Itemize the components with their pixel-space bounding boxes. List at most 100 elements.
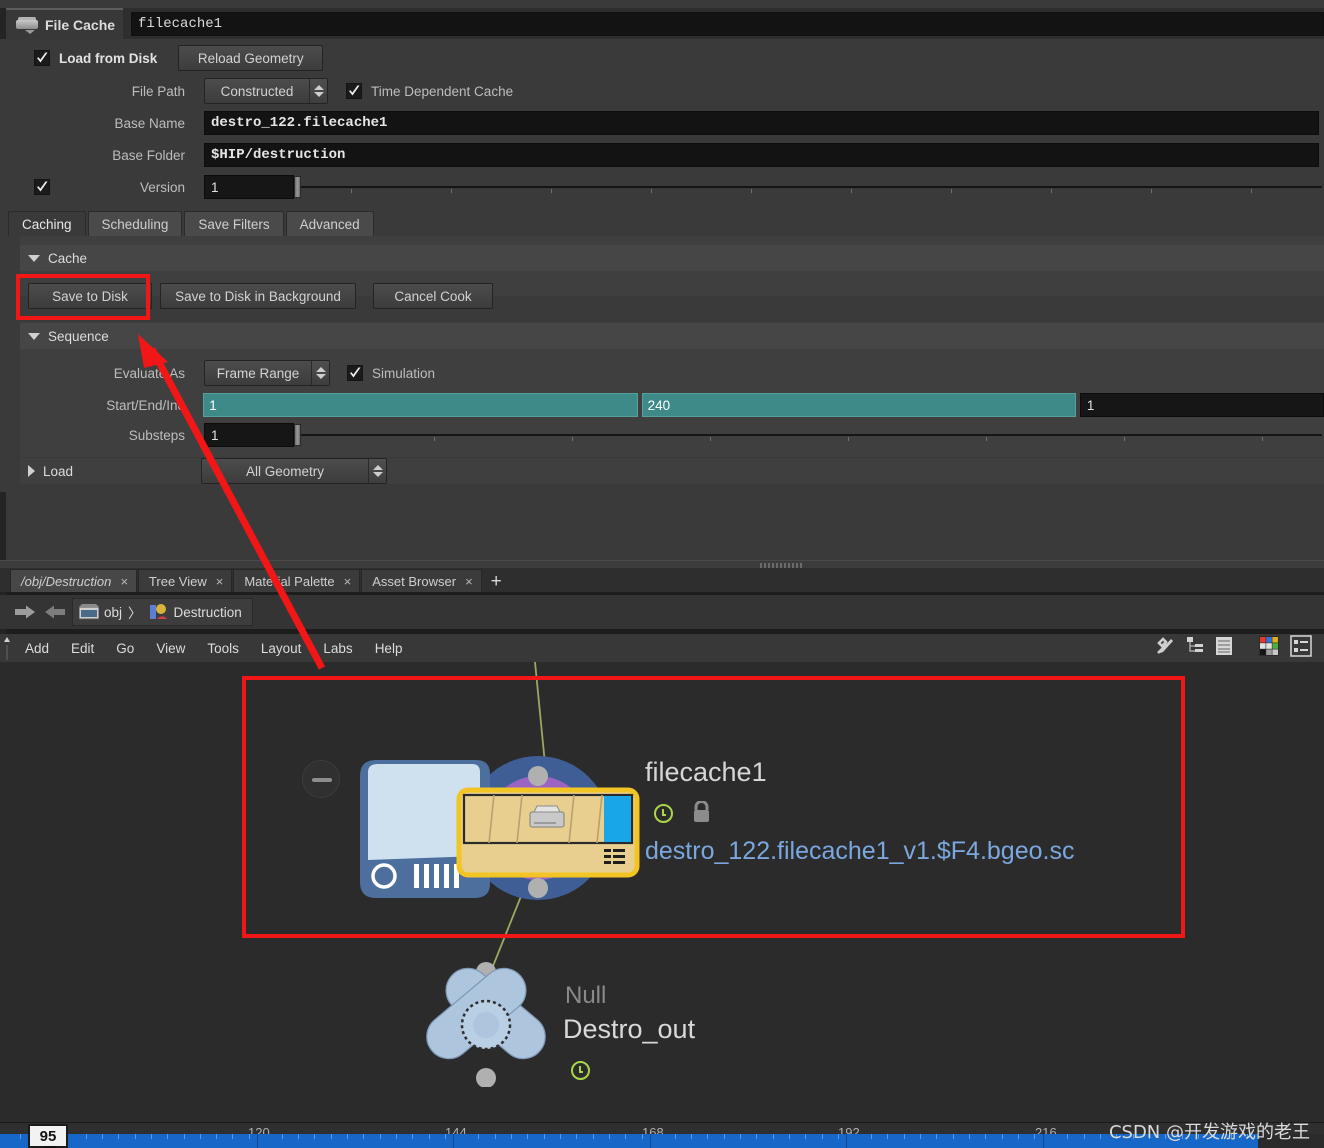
save-to-disk-button[interactable]: Save to Disk	[28, 283, 152, 309]
parameter-title-bar: File Cache filecache1	[0, 8, 1324, 39]
load-dropdown[interactable]: All Geometry	[201, 458, 388, 484]
row-base-name: Base Name destro_122.filecache1	[0, 109, 1324, 137]
tab-advanced-label: Advanced	[299, 216, 360, 232]
save-to-disk-label: Save to Disk	[52, 288, 128, 304]
network-tab-obj-destruction[interactable]: /obj/Destruction ×	[10, 569, 137, 592]
network-toolbar	[1154, 634, 1324, 662]
sequence-start-input[interactable]: 1	[203, 393, 638, 417]
chevron-down-icon	[28, 332, 40, 340]
close-icon[interactable]: ×	[120, 574, 128, 589]
breadcrumb-item-destruction[interactable]: Destruction	[174, 605, 242, 620]
version-checkbox[interactable]	[34, 179, 50, 195]
tab-caching[interactable]: Caching	[8, 211, 86, 236]
substeps-value: 1	[211, 427, 219, 443]
menu-layout[interactable]: Layout	[250, 634, 313, 662]
load-from-disk-checkbox[interactable]	[34, 50, 50, 66]
base-name-input[interactable]: destro_122.filecache1	[204, 111, 1319, 135]
cancel-cook-label: Cancel Cook	[394, 288, 472, 304]
network-tab-tree-view[interactable]: Tree View ×	[137, 569, 233, 592]
version-input[interactable]: 1	[204, 175, 294, 199]
menu-tools[interactable]: Tools	[196, 634, 250, 662]
cancel-cook-button[interactable]: Cancel Cook	[373, 283, 493, 309]
network-tab-label: Asset Browser	[372, 573, 457, 589]
node-filecache1-name: filecache1	[645, 757, 767, 787]
row-start-end-inc: Start/End/Inc 1 240 1	[0, 391, 1324, 419]
base-name-value: destro_122.filecache1	[211, 115, 388, 131]
network-tab-asset-browser[interactable]: Asset Browser ×	[361, 569, 482, 592]
reload-geometry-button[interactable]: Reload Geometry	[178, 45, 324, 71]
tab-caching-label: Caching	[22, 216, 72, 232]
parameter-pane: File Cache filecache1 Load from Disk Rel…	[0, 0, 1324, 560]
file-path-label: File Path	[131, 83, 185, 99]
minus-icon[interactable]	[302, 760, 340, 798]
network-tabstrip: /obj/Destruction × Tree View × Material …	[0, 568, 1324, 592]
parameter-tabstrip: Caching Scheduling Save Filters Advanced	[8, 210, 376, 236]
node-filecache1-path: destro_122.filecache1_v1.$F4.bgeo.sc	[645, 837, 1075, 865]
arrow-right-icon[interactable]	[42, 601, 68, 623]
cache-section-header[interactable]: Cache	[20, 245, 1324, 271]
chevron-right-icon: 〉	[128, 606, 142, 621]
sequence-section-header[interactable]: Sequence	[20, 323, 1324, 349]
load-section-header[interactable]: Load All Geometry	[20, 458, 1324, 484]
breadcrumb-items: obj 〉 Destruction	[72, 598, 253, 626]
arrow-left-icon[interactable]	[12, 601, 38, 623]
node-destro-out[interactable]	[420, 962, 560, 1092]
sequence-inc-input[interactable]: 1	[1079, 393, 1324, 417]
node-name-input[interactable]: filecache1	[131, 11, 1324, 36]
network-canvas[interactable]: filecache1 destro_122.filecache1_v1.$F4.…	[0, 662, 1324, 1110]
file-path-dropdown[interactable]: Constructed	[204, 78, 328, 104]
substeps-slider[interactable]	[294, 423, 1322, 447]
layers-icon[interactable]	[1214, 635, 1234, 662]
tab-scheduling[interactable]: Scheduling	[87, 211, 183, 236]
timeline-playhead[interactable]: 95	[28, 1124, 68, 1148]
menu-help[interactable]: Help	[364, 634, 414, 662]
sequence-inc-value: 1	[1086, 397, 1095, 413]
row-evaluate-as: Evaluate As Frame Range Simulation	[0, 359, 1324, 387]
substeps-input[interactable]: 1	[204, 423, 294, 447]
display-options-icon[interactable]	[1290, 634, 1312, 662]
simulation-checkbox[interactable]	[347, 365, 363, 381]
sequence-end-value: 240	[647, 397, 671, 413]
reload-geometry-label: Reload Geometry	[197, 50, 304, 66]
node-destro-out-name: Destro_out	[563, 1014, 696, 1044]
close-icon[interactable]: ×	[344, 574, 352, 589]
chevron-updown-icon[interactable]	[368, 459, 387, 483]
close-icon[interactable]: ×	[216, 574, 224, 589]
menu-edit[interactable]: Edit	[60, 634, 105, 662]
substeps-label: Substeps	[128, 427, 185, 443]
tree-list-icon[interactable]	[1186, 636, 1204, 661]
add-tab-icon[interactable]: +	[483, 572, 510, 592]
load-value: All Geometry	[246, 463, 325, 479]
menu-view[interactable]: View	[145, 634, 196, 662]
version-slider[interactable]	[294, 175, 1322, 199]
menubar-grip[interactable]	[0, 634, 14, 662]
start-end-inc-label: Start/End/Inc	[106, 397, 185, 413]
harddrive-icon	[16, 17, 38, 34]
node-name-value: filecache1	[138, 15, 223, 32]
network-tab-label: /obj/Destruction	[21, 573, 112, 589]
breadcrumb-item-obj[interactable]: obj	[104, 605, 122, 620]
menu-add[interactable]: Add	[14, 634, 60, 662]
sequence-end-input[interactable]: 240	[641, 393, 1076, 417]
base-folder-label: Base Folder	[112, 147, 185, 163]
lock-icon	[691, 800, 712, 828]
chevron-updown-icon[interactable]	[311, 361, 329, 385]
node-type-tab[interactable]: File Cache	[6, 8, 124, 39]
wrench-screwdriver-icon[interactable]	[1154, 635, 1176, 662]
chevron-updown-icon[interactable]	[309, 79, 327, 103]
evaluate-as-dropdown[interactable]: Frame Range	[204, 360, 330, 386]
save-to-disk-background-label: Save to Disk in Background	[175, 288, 341, 304]
time-dependent-cache-checkbox[interactable]	[346, 83, 362, 99]
save-to-disk-background-button[interactable]: Save to Disk in Background	[160, 283, 356, 309]
color-palette-icon[interactable]	[1258, 635, 1280, 662]
tab-scheduling-label: Scheduling	[101, 216, 169, 232]
tab-advanced[interactable]: Advanced	[285, 211, 374, 236]
menu-go[interactable]: Go	[105, 634, 145, 662]
tab-save-filters[interactable]: Save Filters	[184, 211, 284, 236]
network-tab-material-palette[interactable]: Material Palette ×	[233, 569, 361, 592]
load-from-disk-label: Load from Disk	[59, 50, 158, 66]
row-base-folder: Base Folder $HIP/destruction	[0, 141, 1324, 169]
close-icon[interactable]: ×	[465, 574, 473, 589]
menu-labs[interactable]: Labs	[312, 634, 363, 662]
base-folder-input[interactable]: $HIP/destruction	[204, 143, 1319, 167]
